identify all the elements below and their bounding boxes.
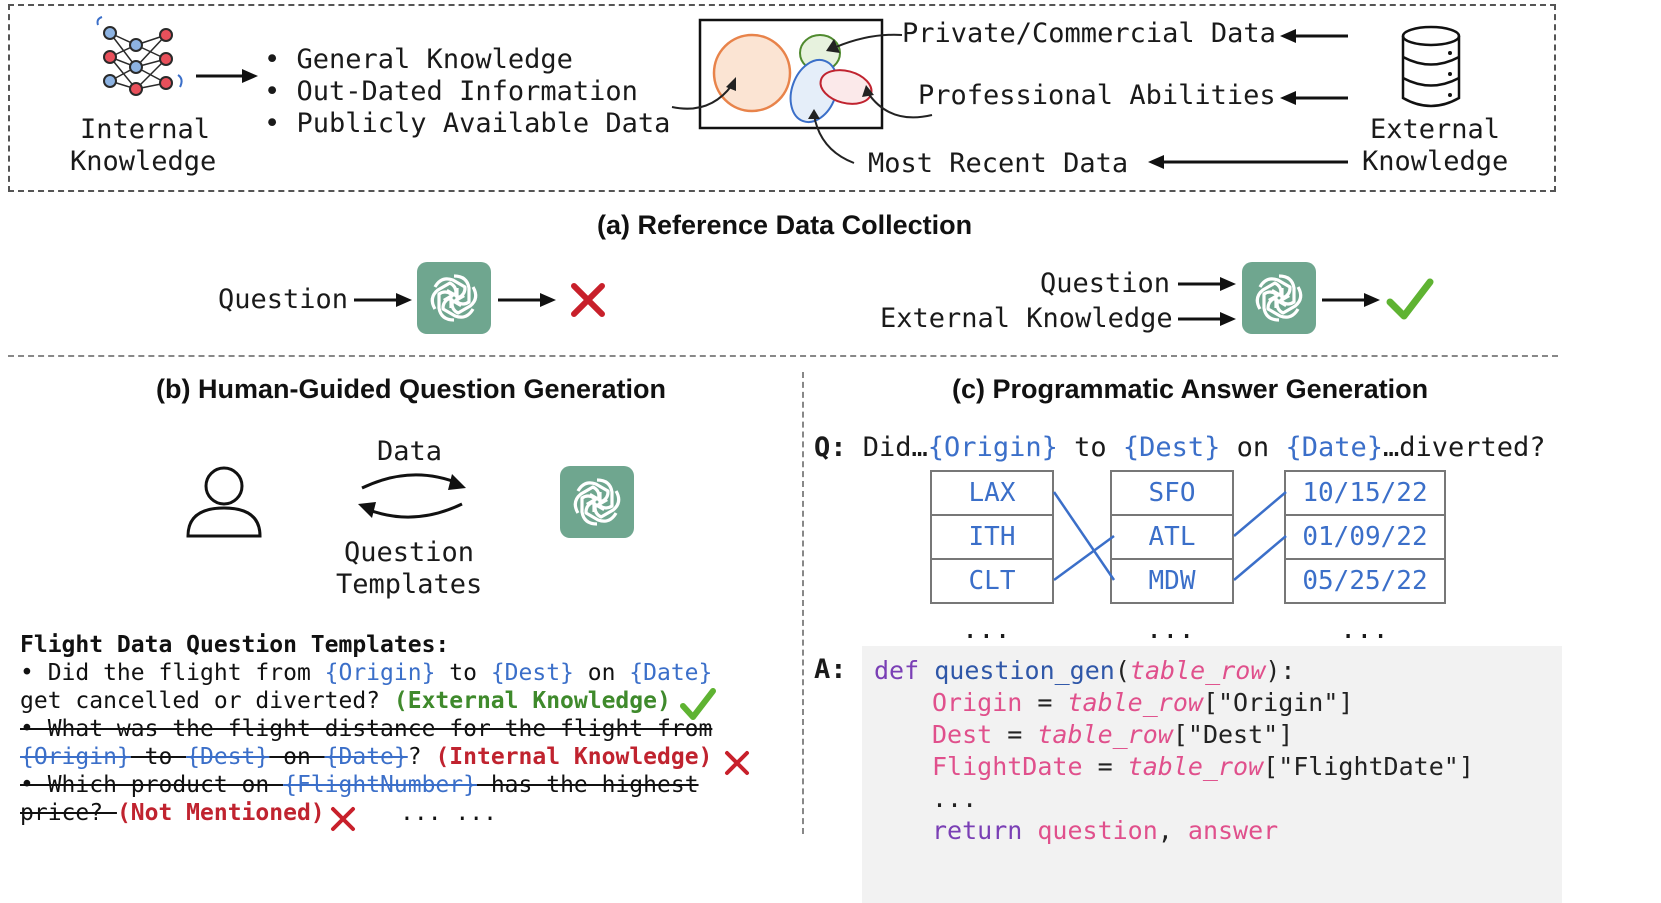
code-line-6: return question, answer [932, 816, 1279, 845]
origin-cell: LAX [930, 470, 1054, 516]
vertical-divider [802, 372, 804, 834]
templates-ellipsis: ... ... [400, 800, 497, 826]
template-1-line-1: • Did the flight from {Origin} to {Dest}… [20, 660, 713, 686]
code-line-3: Dest = table_row["Dest"] [932, 720, 1294, 749]
flow-right-question: Question [1040, 268, 1171, 299]
caption-c: (c) Programmatic Answer Generation [952, 374, 1429, 404]
flow-left-question: Question [218, 284, 349, 315]
arrow-left-icon [1280, 91, 1348, 105]
caption-b: (b) Human-Guided Question Generation [156, 374, 667, 404]
code-line-4: FlightDate = table_row["FlightDate"] [932, 752, 1474, 781]
template-3-line-1: • Which product on {FlightNumber} has th… [20, 772, 699, 798]
arrow-right-icon [498, 293, 556, 307]
chatgpt-logo-icon [417, 262, 491, 334]
question-label: Question [344, 537, 475, 568]
templates-label: Templates [336, 569, 483, 600]
chatgpt-logo-icon [560, 466, 634, 538]
flow-right-external: External Knowledge [880, 303, 1173, 334]
date-cell: 05/25/22 [1284, 558, 1446, 604]
caption-a: (a) Reference Data Collection [597, 210, 973, 240]
horizontal-divider [8, 355, 1558, 357]
cross-mark-icon [571, 283, 605, 317]
arrow-right-icon [1178, 312, 1236, 326]
template-1-line-2: get cancelled or diverted? (External Kno… [20, 688, 671, 714]
exchange-arrows-icon [358, 473, 466, 519]
internal-knowledge-label-2: Knowledge [70, 146, 217, 177]
external-knowledge-label-2: Knowledge [1362, 146, 1509, 177]
arrow-left-icon [1280, 29, 1348, 43]
cross-mark-icon [331, 807, 355, 831]
arrow-right-icon [196, 69, 258, 83]
template-2-line-2: {Origin} to {Dest} on {Date}? (Internal … [20, 744, 713, 770]
column-ellipsis: ... [1340, 614, 1389, 645]
code-line-2: Origin = table_row["Origin"] [932, 688, 1354, 717]
bullet-publicly-available: • Publicly Available Data [264, 108, 671, 139]
question-template-line: Q: Did…{Origin} to {Dest} on {Date}…dive… [814, 432, 1546, 463]
arrow-right-icon [1322, 293, 1380, 307]
templates-heading: Flight Data Question Templates: [20, 632, 450, 658]
date-cell: 10/15/22 [1284, 470, 1446, 516]
internal-knowledge-label-1: Internal [80, 114, 211, 145]
column-ellipsis: ... [962, 614, 1011, 645]
origin-cell: ITH [930, 514, 1054, 560]
code-line-5: ... [932, 784, 978, 813]
arrow-left-icon [1148, 155, 1348, 169]
template-2-line-1: • What was the flight distance for the f… [20, 716, 713, 742]
database-icon [1401, 25, 1461, 108]
column-ellipsis: ... [1146, 614, 1195, 645]
bullet-general-knowledge: • General Knowledge [264, 44, 573, 75]
neural-network-icon [96, 16, 183, 96]
user-icon [186, 466, 262, 538]
chatgpt-logo-icon [1242, 262, 1316, 334]
template-3-line-2: price? (Not Mentioned) [20, 800, 325, 826]
check-mark-icon [1386, 278, 1434, 320]
most-recent-data: Most Recent Data [868, 148, 1129, 179]
date-cell: 01/09/22 [1284, 514, 1446, 560]
data-label: Data [377, 436, 443, 467]
professional-abilities: Professional Abilities [918, 80, 1276, 111]
cross-mark-icon [725, 751, 749, 775]
arrow-right-icon [1178, 277, 1236, 291]
private-commercial-data: Private/Commercial Data [902, 18, 1276, 49]
bullet-out-dated: • Out-Dated Information [264, 76, 638, 107]
arrow-right-icon [354, 293, 412, 307]
code-line-1: def question_gen(table_row): [874, 656, 1296, 685]
origin-cell: CLT [930, 558, 1054, 604]
answer-prefix: A: [814, 654, 847, 685]
row-link-lines [1052, 491, 1287, 582]
external-knowledge-label-1: External [1370, 114, 1501, 145]
